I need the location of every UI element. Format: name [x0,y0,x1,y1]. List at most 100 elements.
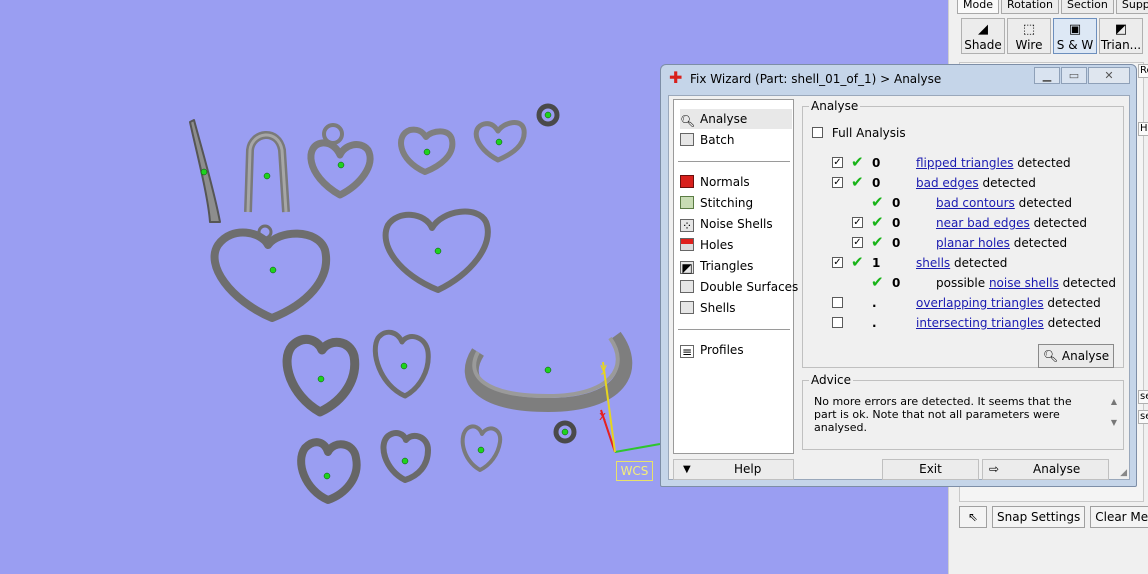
nav-double-surfaces[interactable]: Double Surfaces [680,277,798,297]
advice-scrollbar[interactable]: ▲ ▼ [1108,391,1120,437]
detected-label: bad contours detected [936,195,1072,211]
nav-analyse[interactable]: 🔍︎ Analyse [680,109,792,129]
analysis-row: . overlapping triangles detected [803,295,1123,311]
analyse-button-label: Analyse [1061,349,1110,363]
detail-link[interactable]: shells [916,256,950,270]
nav-batch[interactable]: Batch [680,130,792,150]
label-prefix: possible [936,276,989,290]
help-button[interactable]: ▼ Help [673,459,794,480]
footer-analyse-label: Analyse [1033,462,1081,476]
checkmark-icon: ✓ [833,177,842,188]
snap-settings-button[interactable]: Snap Settings [992,506,1086,528]
full-analysis-checkbox[interactable] [812,127,823,138]
analysis-row: . intersecting triangles detected [803,315,1123,331]
nav-label: Stitching [700,196,754,210]
arrow-right-icon: ⇨ [989,462,1000,476]
triangles-mode-label: Trian... [1100,38,1142,52]
triangle-down-icon: ▼ [683,464,691,475]
triangles-icon: ◩ [1114,22,1128,37]
scroll-down-icon[interactable]: ▼ [1108,412,1120,433]
nav-triangles[interactable]: ◩ Triangles [680,256,792,276]
search-icon: 🔍︎ [680,114,696,128]
triangles-mode-button[interactable]: ◩ Trian... [1099,18,1143,54]
detail-link[interactable]: noise shells [989,276,1059,290]
nav-profiles[interactable]: ≡ Profiles [680,340,792,360]
analysis-checkbox[interactable]: ✓ [832,177,843,188]
exit-button[interactable]: Exit [882,459,979,480]
label-suffix: detected [1009,236,1068,250]
full-analysis-option[interactable]: Full Analysis [812,125,906,141]
side-stub-2[interactable]: Hi [1138,122,1148,136]
nav-shells[interactable]: Shells [680,298,792,318]
resize-grip-icon[interactable]: ◢ [1120,468,1127,478]
nav-normals[interactable]: Normals [680,172,792,192]
analyse-button[interactable]: 🔍︎ Analyse [1038,344,1114,368]
tab-section[interactable]: Section [1061,0,1114,14]
nav-stitching[interactable]: Stitching [680,193,792,213]
wizard-nav: 🔍︎ Analyse Batch Normals Stitching ⁘ Noise… [673,99,798,454]
clear-measurements-button[interactable]: Clear Meas. [1090,506,1148,528]
footer-analyse-button[interactable]: ⇨ Analyse [982,459,1109,480]
minimize-button[interactable]: ▁ [1034,67,1060,84]
part-heart-big-1 [210,224,331,322]
label-suffix: detected [1029,216,1087,230]
close-button[interactable]: ✕ [1088,67,1130,84]
analysis-checkbox[interactable] [832,317,843,328]
wire-button[interactable]: ⬚ Wire [1007,18,1051,54]
axis-x-label: x [599,409,606,423]
analyse-group-title: Analyse [809,99,861,113]
pointer-button[interactable]: ⇖ [959,506,987,528]
analysis-checkbox[interactable]: ✓ [832,157,843,168]
detected-count: 0 [892,276,901,290]
full-analysis-label: Full Analysis [831,126,906,140]
detail-link[interactable]: bad contours [936,196,1015,210]
label-suffix: detected [1043,316,1102,330]
detail-link[interactable]: planar holes [936,236,1010,250]
side-stub-1[interactable]: Re [1138,64,1148,78]
maximize-button[interactable]: ▭ [1061,67,1087,84]
wire-label: Wire [1015,38,1043,52]
label-suffix: detected [1013,156,1071,170]
checkmark-icon: ✓ [833,157,842,168]
detected-label: planar holes detected [936,235,1067,251]
side-stub-3[interactable]: se [1138,390,1148,404]
exit-label: Exit [919,462,942,476]
detail-link[interactable]: bad edges [916,176,979,190]
stitching-icon [680,196,694,209]
analysis-checkbox[interactable]: ✓ [832,257,843,268]
nav-noise-shells[interactable]: ⁘ Noise Shells [680,214,792,234]
detail-link[interactable]: intersecting triangles [916,316,1044,330]
advice-group-title: Advice [809,373,854,387]
detail-link[interactable]: overlapping triangles [916,296,1044,310]
bottom-toolbar: ⇖ Snap Settings Clear Meas. [959,506,1148,528]
shade-icon: ◢ [978,22,988,37]
shade-button[interactable]: ◢ Shade [961,18,1005,54]
side-stub-4[interactable]: se [1138,410,1148,424]
detected-count: . [872,316,877,330]
detected-label: bad edges detected [916,175,1036,191]
detail-link[interactable]: flipped triangles [916,156,1013,170]
scroll-up-icon[interactable]: ▲ [1108,391,1120,412]
detail-link[interactable]: near bad edges [936,216,1030,230]
ok-check-icon: ✔ [871,273,884,291]
nav-holes[interactable]: Holes [680,235,792,255]
wcs-label: WCS [616,461,653,481]
tab-mode[interactable]: Mode [957,0,999,14]
checkmark-icon: ✓ [853,237,862,248]
title-bar[interactable]: ✚ Fix Wizard (Part: shell_01_of_1) > Ana… [661,65,1136,92]
tab-support[interactable]: Support [1115,0,1148,14]
analysis-checkbox[interactable]: ✓ [852,217,863,228]
part-heart-4 [282,334,360,417]
part-centroids [200,111,569,480]
label-suffix: detected [1014,196,1073,210]
analysis-checkbox[interactable] [832,297,843,308]
analysis-checkbox[interactable]: ✓ [852,237,863,248]
tab-rotation[interactable]: Rotation [1000,0,1059,14]
detected-label: intersecting triangles detected [916,315,1101,331]
ok-check-icon: ✔ [851,253,864,271]
checkmark-icon: ✓ [853,217,862,228]
shade-wire-button[interactable]: ▣ S & W [1053,18,1097,54]
part-heart-1 [307,123,374,199]
nav-label: Normals [700,175,750,189]
nav-label: Double Surfaces [700,280,799,294]
